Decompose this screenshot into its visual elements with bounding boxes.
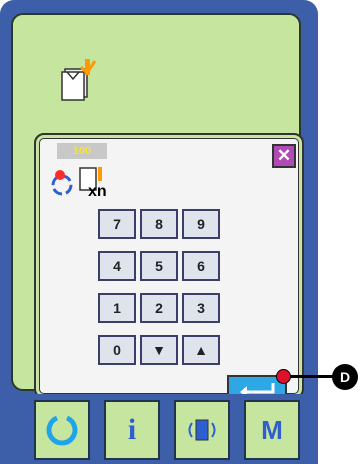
close-icon: ✕ [276,146,292,165]
device-frame: ✕ 100 xn 7 8 9 4 5 6 1 2 3 0 ▼ ▲ i M [0,0,318,464]
key-4[interactable]: 4 [98,251,136,281]
count-display: 100 [57,143,107,159]
refresh-icon [46,415,78,446]
key-1[interactable]: 1 [98,293,136,323]
key-2[interactable]: 2 [140,293,178,323]
increment-button[interactable]: ▲ [182,335,220,365]
key-7[interactable]: 7 [98,209,136,239]
close-button[interactable]: ✕ [272,144,296,168]
communication-button[interactable] [174,400,230,460]
menu-button[interactable]: M [244,400,300,460]
callout-dot [276,369,291,384]
info-icon: i [127,413,137,446]
key-9[interactable]: 9 [182,209,220,239]
menu-m-label: M [261,414,283,445]
footer-bar: i M [0,394,318,464]
key-5[interactable]: 5 [140,251,178,281]
communication-icon [188,419,216,441]
cycle-counter-icon: xn [51,167,107,199]
key-3[interactable]: 3 [182,293,220,323]
svg-text:xn: xn [88,183,107,199]
callout-label-d: D [332,364,358,390]
key-0[interactable]: 0 [98,335,136,365]
decrement-button[interactable]: ▼ [140,335,178,365]
screen: ✕ 100 xn 7 8 9 4 5 6 1 2 3 0 ▼ ▲ [11,13,304,405]
count-dialog: ✕ 100 xn 7 8 9 4 5 6 1 2 3 0 ▼ ▲ [34,133,304,405]
info-button[interactable]: i [104,400,160,460]
key-8[interactable]: 8 [140,209,178,239]
shirt-stack-icon [61,59,97,101]
reset-button[interactable] [34,400,90,460]
numeric-keypad: 7 8 9 4 5 6 1 2 3 0 ▼ ▲ [98,209,220,365]
key-6[interactable]: 6 [182,251,220,281]
